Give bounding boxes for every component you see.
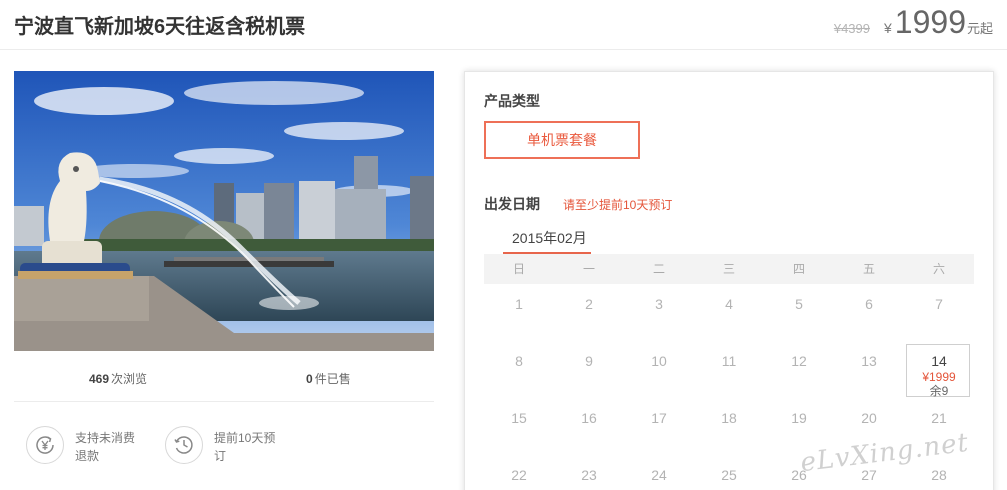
day-number: 1 [515, 296, 523, 312]
day-price: ¥1999 [922, 370, 956, 384]
day-number: 2 [585, 296, 593, 312]
day-number: 9 [585, 353, 593, 369]
booking-panel: 产品类型 单机票套餐 出发日期 请至少提前10天预订 2015年02月 日 一 … [464, 71, 994, 490]
calendar-day: 4 [694, 284, 764, 341]
weekday-header: 日 一 二 三 四 五 六 [484, 254, 974, 284]
day-number: 6 [865, 296, 873, 312]
price-suffix: 元起 [966, 21, 993, 36]
feature-advance-booking: 提前10天预订 [165, 426, 280, 465]
calendar-day: 22 [484, 455, 554, 490]
weekday-label: 四 [792, 262, 805, 276]
sold-label: 件已售 [314, 372, 351, 386]
calendar-day: 12 [764, 341, 834, 398]
day-number: 21 [931, 410, 947, 426]
calendar-day: 17 [624, 398, 694, 455]
day-number: 19 [791, 410, 807, 426]
day-number: 23 [581, 467, 597, 483]
day-number: 25 [721, 467, 737, 483]
views-label: 次浏览 [111, 372, 148, 386]
currency-symbol: ¥ [884, 20, 892, 36]
clock-history-icon [165, 426, 203, 464]
calendar-day: 24 [624, 455, 694, 490]
day-number: 16 [581, 410, 597, 426]
sold-stat: 0 件已售 [306, 370, 351, 387]
page-header: 宁波直飞新加坡6天往返含税机票 ¥4399 ¥ 1999 元起 [0, 0, 1007, 50]
day-number: 12 [791, 353, 807, 369]
day-number: 8 [515, 353, 523, 369]
day-number: 14 [931, 353, 947, 369]
weekday-label: 一 [582, 262, 595, 276]
weekday-label: 六 [932, 262, 945, 276]
day-number: 28 [931, 467, 947, 483]
weekday-label: 三 [722, 262, 735, 276]
date-tip: 请至少提前10天预订 [563, 198, 673, 212]
day-number: 3 [655, 296, 663, 312]
original-price: ¥4399 [833, 21, 870, 36]
calendar-day: 6 [834, 284, 904, 341]
day-number: 18 [721, 410, 737, 426]
views-count: 469 [89, 372, 110, 386]
feature-refund: 支持未消费退款 [26, 426, 141, 465]
calendar-day: 25 [694, 455, 764, 490]
sold-count: 0 [306, 372, 313, 386]
day-number: 11 [721, 353, 737, 369]
day-number: 7 [935, 296, 943, 312]
day-number: 17 [651, 410, 667, 426]
calendar-day: 18 [694, 398, 764, 455]
calendar-day: 15 [484, 398, 554, 455]
calendar-day: 23 [554, 455, 624, 490]
feature-advance-text: 提前10天预订 [214, 431, 276, 463]
day-number: 10 [651, 353, 667, 369]
calendar-day: 7 [904, 284, 974, 341]
day-number: 5 [795, 296, 803, 312]
calendar-day: 11 [694, 341, 764, 398]
calendar-day: 1 [484, 284, 554, 341]
calendar-day: 8 [484, 341, 554, 398]
weekday-label: 二 [652, 262, 665, 276]
calendar-day: 2 [554, 284, 624, 341]
weekday-label: 五 [862, 262, 875, 276]
calendar-day-available[interactable]: 14 ¥1999 余9 [904, 341, 974, 398]
current-price: 1999 [894, 4, 966, 40]
calendar-day: 13 [834, 341, 904, 398]
yen-refund-icon [26, 426, 64, 464]
calendar-day: 16 [554, 398, 624, 455]
product-type-label: 产品类型 [484, 93, 540, 109]
calendar-day: 5 [764, 284, 834, 341]
day-number: 22 [511, 467, 527, 483]
product-title: 宁波直飞新加坡6天往返含税机票 [14, 16, 306, 38]
month-tab[interactable]: 2015年02月 [512, 228, 587, 248]
day-remaining: 余9 [929, 384, 949, 398]
calendar-day: 3 [624, 284, 694, 341]
departure-date-label: 出发日期 [484, 196, 540, 212]
package-option-button[interactable]: 单机票套餐 [484, 121, 640, 159]
product-stats: 469 次浏览 0 件已售 [14, 362, 434, 402]
day-number: 24 [651, 467, 667, 483]
views-stat: 469 次浏览 [89, 370, 147, 387]
day-number: 20 [861, 410, 877, 426]
calendar-day: 9 [554, 341, 624, 398]
product-photo [14, 71, 434, 351]
calendar-day: 10 [624, 341, 694, 398]
weekday-label: 日 [512, 262, 525, 276]
price-box: ¥4399 ¥ 1999 元起 [834, 4, 993, 44]
day-number: 15 [511, 410, 527, 426]
feature-refund-text: 支持未消费退款 [75, 431, 136, 463]
day-number: 4 [725, 296, 733, 312]
day-number: 13 [861, 353, 877, 369]
